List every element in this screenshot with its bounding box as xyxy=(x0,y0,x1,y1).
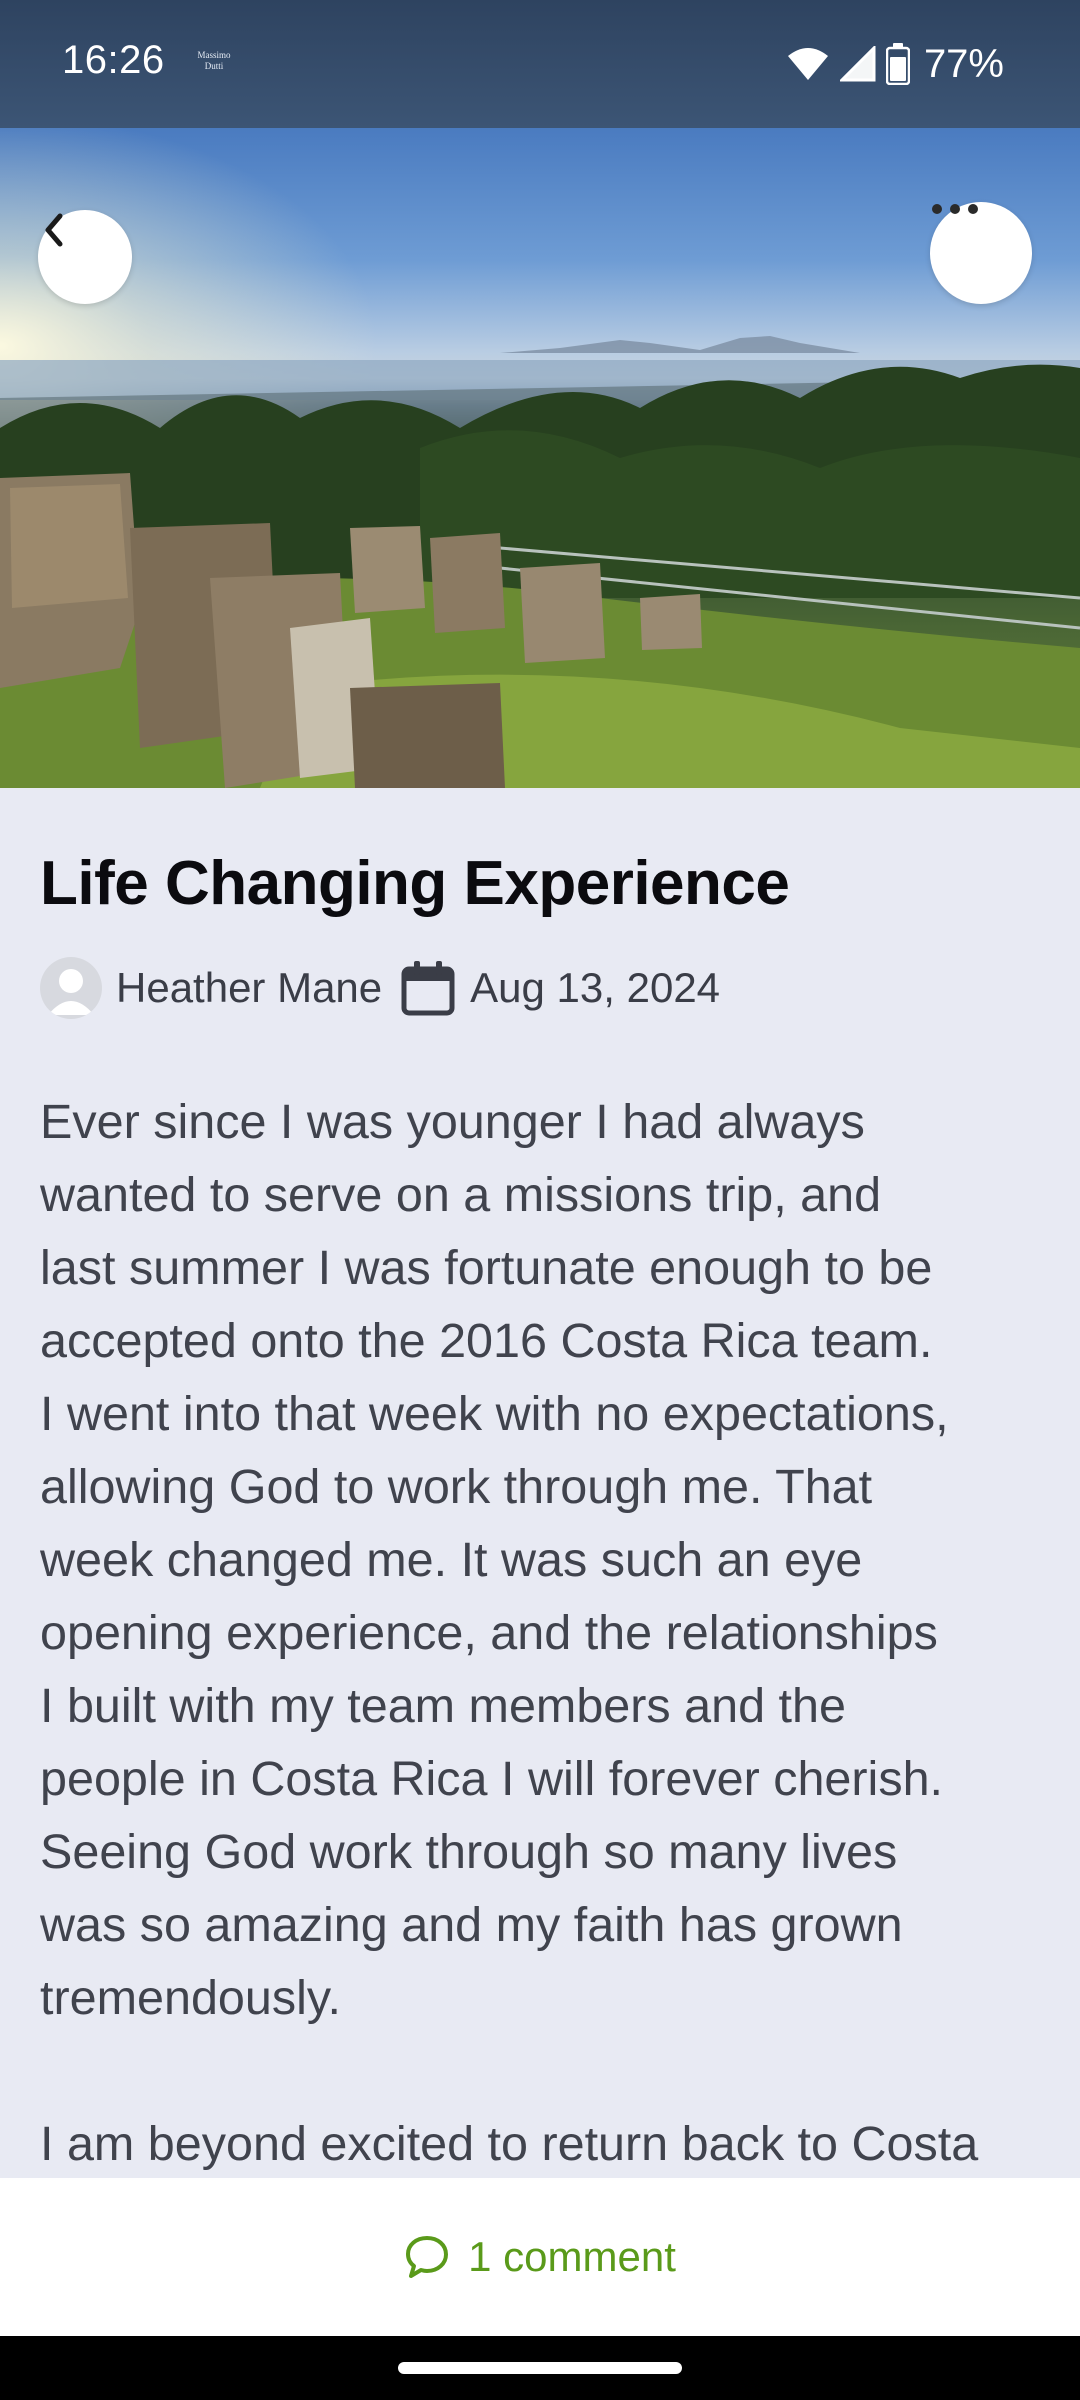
battery-percent: 77% xyxy=(923,41,1004,86)
wifi-icon xyxy=(787,48,828,80)
system-nav-bar xyxy=(0,2336,1080,2400)
back-button[interactable] xyxy=(38,210,132,304)
article-body: Ever since I was younger I had always wa… xyxy=(40,1086,1050,2254)
status-icons: 77% xyxy=(786,38,1004,90)
comment-bubble-icon xyxy=(406,2236,449,2278)
battery-icon xyxy=(885,43,910,85)
status-time: 16:26 xyxy=(62,38,165,82)
landscape-illustration xyxy=(0,128,1080,788)
article-paragraph: Ever since I was younger I had always wa… xyxy=(40,1095,949,2025)
post-date: Aug 13, 2024 xyxy=(470,964,721,1011)
article-title: Life Changing Experience xyxy=(40,849,790,918)
chevron-left-icon xyxy=(45,213,63,247)
comments-button[interactable]: 1 comment xyxy=(404,2233,676,2281)
user-placeholder-icon xyxy=(48,969,94,1015)
comments-count-label: 1 comment xyxy=(468,2233,676,2280)
author-avatar[interactable] xyxy=(40,957,102,1019)
more-horizontal-icon xyxy=(932,204,978,214)
author-name[interactable]: Heather Mane xyxy=(116,964,382,1012)
article-paragraph: I am beyond excited to return back to Co… xyxy=(40,2117,979,2171)
comment-bar: 1 comment xyxy=(0,2178,1080,2336)
article-meta: Heather Mane Aug 13, 2024 xyxy=(40,956,720,1020)
notification-app-label: Massimo Dutti xyxy=(197,50,231,71)
status-bar: 16:26 Massimo Dutti 77% xyxy=(0,0,1080,128)
notification-app-icon: Massimo Dutti xyxy=(196,50,232,80)
hero-image xyxy=(0,128,1080,788)
calendar-icon xyxy=(401,961,455,1016)
home-gesture-handle[interactable] xyxy=(398,2362,682,2374)
more-options-button[interactable] xyxy=(930,202,1032,304)
cell-signal-icon xyxy=(839,46,876,82)
